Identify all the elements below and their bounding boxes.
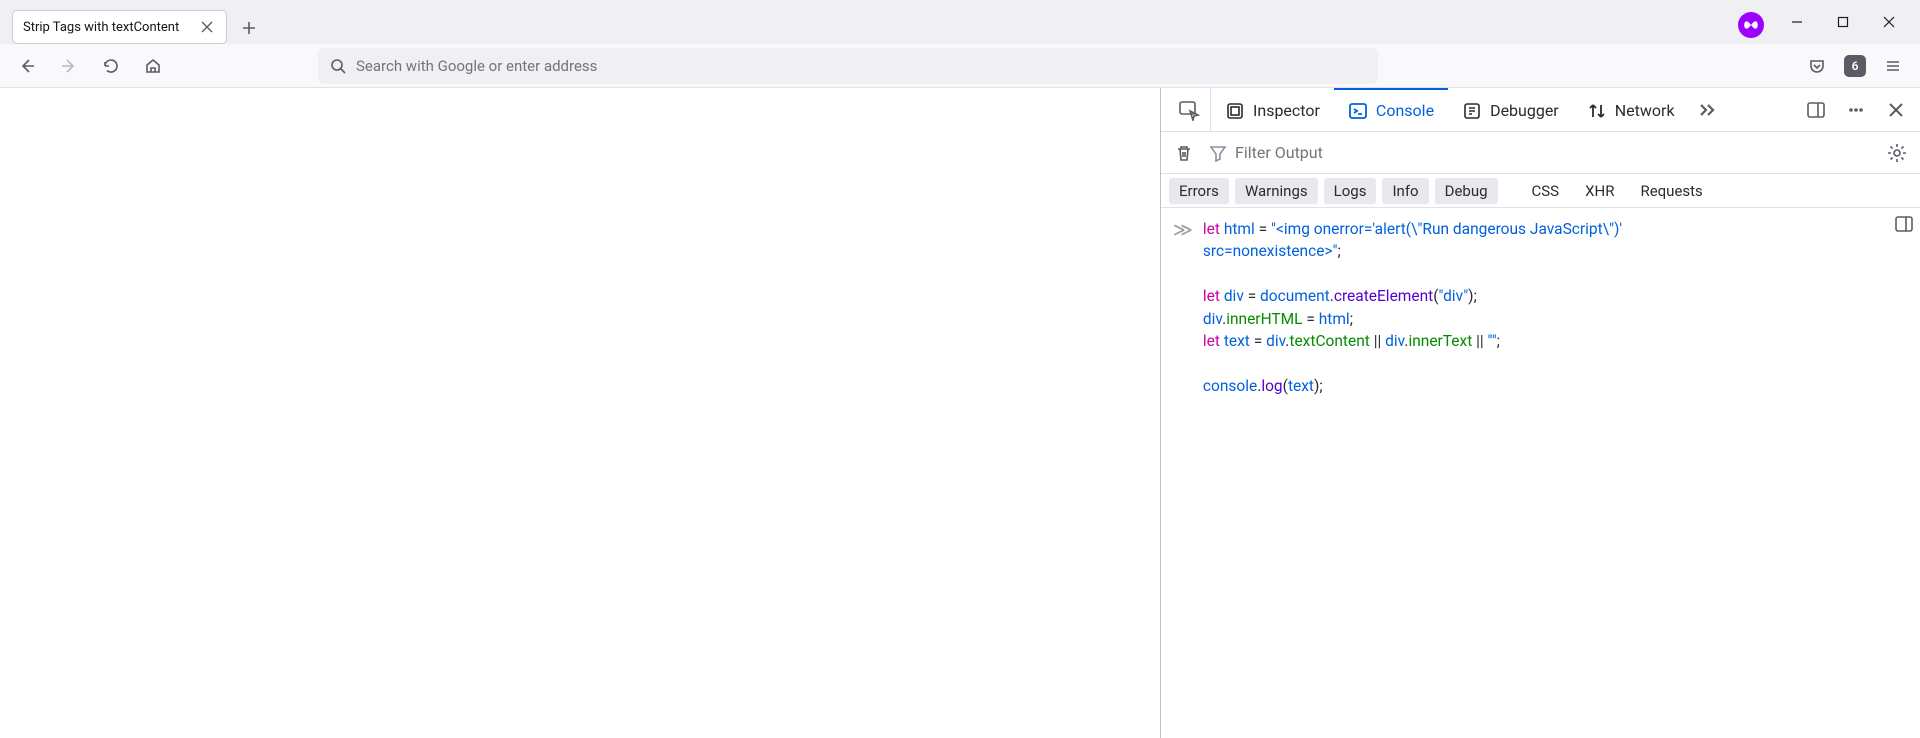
- close-icon: [201, 21, 213, 33]
- arrow-right-icon: [60, 57, 78, 75]
- console-filter[interactable]: [1209, 143, 1872, 162]
- tab-debugger-label: Debugger: [1490, 101, 1559, 120]
- search-icon: [330, 58, 346, 74]
- devtools-close-button[interactable]: [1878, 92, 1914, 128]
- account-badge[interactable]: [1738, 12, 1764, 38]
- window-controls: [1774, 6, 1912, 38]
- content-area: Inspector Console Debugger Network: [0, 88, 1920, 738]
- console-filter-pills: Errors Warnings Logs Info Debug CSS XHR …: [1161, 174, 1920, 208]
- app-menu-button[interactable]: [1876, 49, 1910, 83]
- trash-icon: [1174, 143, 1194, 163]
- browser-navbar: 6: [0, 44, 1920, 88]
- network-icon: [1587, 101, 1607, 121]
- tab-inspector-label: Inspector: [1253, 101, 1320, 120]
- tab-debugger[interactable]: Debugger: [1448, 88, 1573, 132]
- browser-tab[interactable]: Strip Tags with textContent: [12, 10, 227, 44]
- notifications-count[interactable]: 6: [1844, 55, 1866, 77]
- console-filter-input[interactable]: [1235, 143, 1872, 162]
- inspector-icon: [1225, 101, 1245, 121]
- nav-back-button[interactable]: [10, 49, 44, 83]
- pill-debug[interactable]: Debug: [1435, 178, 1498, 204]
- home-icon: [144, 57, 162, 75]
- console-settings-button[interactable]: [1882, 138, 1912, 168]
- address-bar[interactable]: [318, 48, 1378, 84]
- browser-titlebar: Strip Tags with textContent: [0, 0, 1920, 44]
- gear-icon: [1886, 142, 1908, 164]
- page-viewport[interactable]: [0, 88, 1160, 738]
- debugger-icon: [1462, 101, 1482, 121]
- tab-console[interactable]: Console: [1334, 88, 1448, 132]
- minimize-icon: [1791, 16, 1803, 28]
- element-picker-button[interactable]: [1167, 88, 1211, 132]
- arrow-left-icon: [18, 57, 36, 75]
- pill-xhr[interactable]: XHR: [1575, 178, 1624, 204]
- dots-icon: [1846, 100, 1866, 120]
- tab-inspector[interactable]: Inspector: [1211, 88, 1334, 132]
- picker-icon: [1178, 99, 1200, 121]
- console-icon: [1348, 101, 1368, 121]
- console-toolbar: [1161, 132, 1920, 174]
- chevrons-right-icon: [1696, 99, 1718, 121]
- tab-network-label: Network: [1615, 101, 1675, 120]
- pill-info[interactable]: Info: [1382, 178, 1428, 204]
- prompt-chevrons-icon: ≫: [1173, 220, 1193, 239]
- window-minimize-button[interactable]: [1774, 6, 1820, 38]
- pill-css[interactable]: CSS: [1522, 178, 1570, 204]
- close-icon: [1887, 101, 1905, 119]
- pill-warnings[interactable]: Warnings: [1235, 178, 1318, 204]
- console-code[interactable]: let html = "<img onerror='alert(\"Run da…: [1203, 218, 1626, 398]
- devtools-dock-button[interactable]: [1798, 92, 1834, 128]
- console-split-button[interactable]: [1894, 214, 1914, 240]
- console-clear-button[interactable]: [1169, 138, 1199, 168]
- tab-title: Strip Tags with textContent: [23, 20, 188, 35]
- dock-right-icon: [1806, 100, 1826, 120]
- close-icon: [1883, 16, 1895, 28]
- devtools-more-button[interactable]: [1838, 92, 1874, 128]
- devtools-tabbar: Inspector Console Debugger Network: [1161, 88, 1920, 132]
- infinity-icon: [1742, 16, 1760, 34]
- hamburger-icon: [1884, 57, 1902, 75]
- new-tab-button[interactable]: [233, 12, 265, 44]
- nav-forward-button: [52, 49, 86, 83]
- address-input[interactable]: [356, 57, 1366, 75]
- nav-home-button[interactable]: [136, 49, 170, 83]
- funnel-icon: [1209, 144, 1227, 162]
- pocket-button[interactable]: [1800, 49, 1834, 83]
- tab-console-label: Console: [1376, 101, 1434, 120]
- devtools-tab-overflow[interactable]: [1689, 99, 1725, 121]
- reload-icon: [102, 57, 120, 75]
- console-output[interactable]: ≫ let html = "<img onerror='alert(\"Run …: [1161, 208, 1920, 738]
- maximize-icon: [1837, 16, 1849, 28]
- window-close-button[interactable]: [1866, 6, 1912, 38]
- tab-network[interactable]: Network: [1573, 88, 1689, 132]
- tab-close-button[interactable]: [198, 18, 216, 36]
- devtools-panel: Inspector Console Debugger Network: [1160, 88, 1920, 738]
- plus-icon: [242, 21, 256, 35]
- window-maximize-button[interactable]: [1820, 6, 1866, 38]
- pill-logs[interactable]: Logs: [1324, 178, 1377, 204]
- pocket-icon: [1808, 57, 1826, 75]
- nav-reload-button[interactable]: [94, 49, 128, 83]
- sidebar-icon: [1894, 214, 1914, 234]
- pill-errors[interactable]: Errors: [1169, 178, 1229, 204]
- pill-requests[interactable]: Requests: [1630, 178, 1712, 204]
- console-input-row[interactable]: ≫ let html = "<img onerror='alert(\"Run …: [1173, 218, 1908, 398]
